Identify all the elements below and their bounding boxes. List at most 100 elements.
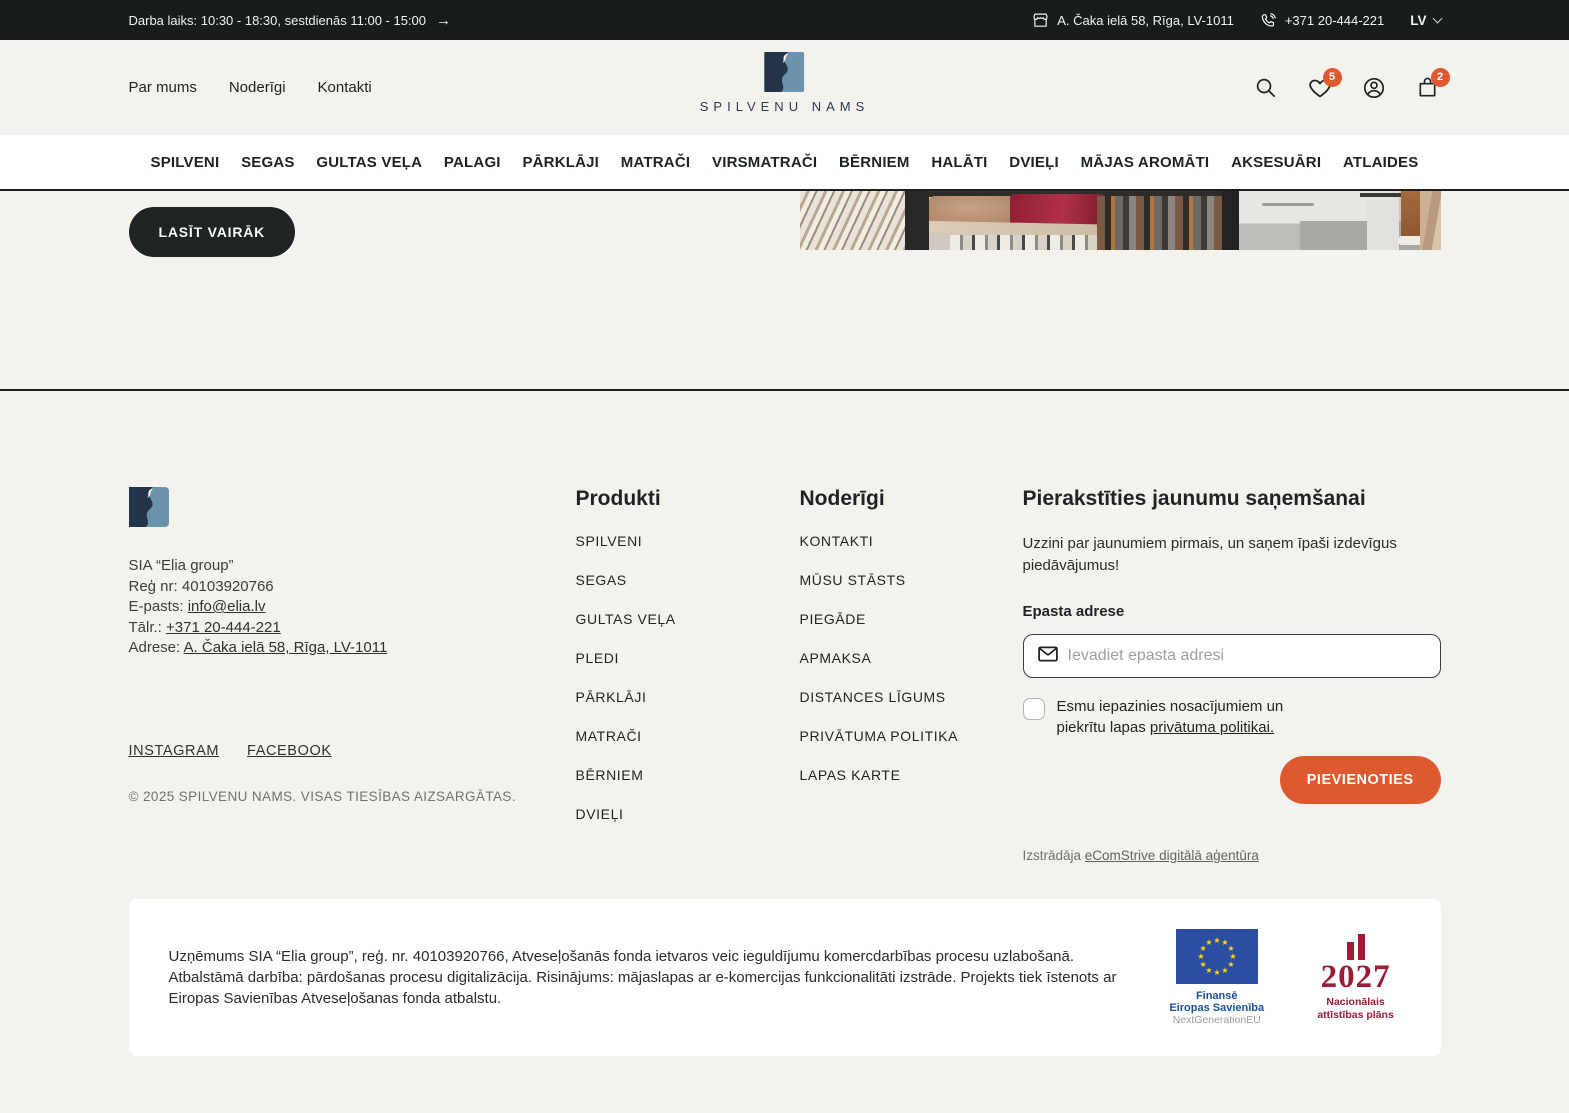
company-name: SIA “Elia group” (129, 556, 576, 577)
eu-caption-line2: Eiropas Savienība (1169, 1002, 1264, 1014)
footer-link-segas[interactable]: SEGAS (576, 572, 627, 588)
footer-useful-column: Noderīgi KONTAKTI MŪSU STĀSTS PIEGĀDE AP… (800, 487, 1023, 863)
company-email-link[interactable]: info@elia.lv (188, 598, 266, 615)
nav-item-segas[interactable]: SEGAS (241, 154, 295, 171)
footer-company-column: SIA “Elia group” Reģ nr: 40103920766 E-p… (129, 487, 576, 863)
svg-text:★: ★ (1221, 966, 1228, 975)
consent-checkbox[interactable] (1023, 698, 1045, 720)
main-navigation: SPILVENI SEGAS GULTAS VEĻA PALAGI PĀRKLĀ… (0, 135, 1569, 191)
footer-link-dvieli[interactable]: DVIEĻI (576, 806, 624, 822)
photo-fragment (1262, 203, 1314, 206)
national-plan-logo: 2027 Nacionālais attīstības plāns (1311, 934, 1401, 1022)
products-column-title: Produkti (576, 487, 800, 511)
svg-text:★: ★ (1205, 938, 1212, 947)
read-more-button[interactable]: LASĪT VAIRĀK (129, 207, 296, 257)
header-link-par-mums[interactable]: Par mums (129, 79, 197, 96)
agency-link[interactable]: eComStrive digitālā aģentūra (1085, 848, 1259, 863)
nav-item-berniem[interactable]: BĒRNIEM (839, 154, 910, 171)
wishlist-button[interactable]: 5 (1307, 75, 1333, 101)
footer-link-spilveni[interactable]: SPILVENI (576, 533, 643, 549)
plan-caption: Nacionālais attīstības plāns (1311, 996, 1401, 1022)
chevron-down-icon (1432, 13, 1442, 23)
footer-link-lapas-karte[interactable]: LAPAS KARTE (800, 767, 901, 783)
email-input[interactable] (1068, 647, 1426, 665)
footer-link-kontakti[interactable]: KONTAKTI (800, 533, 874, 549)
photo-fragment (800, 191, 907, 250)
language-selector[interactable]: LV (1410, 13, 1440, 28)
footer-link-matraci[interactable]: MATRAČI (576, 728, 642, 744)
eu-caption-line3: NextGenerationEU (1173, 1014, 1261, 1026)
storefront-icon (1032, 12, 1049, 29)
footer-products-column: Produkti SPILVENI SEGAS GULTAS VEĻA PLED… (576, 487, 800, 863)
svg-text:★: ★ (1213, 936, 1220, 945)
footer-link-apmaksa[interactable]: APMAKSA (800, 650, 872, 666)
store-interior-photo (800, 191, 1441, 250)
footer-link-berniem[interactable]: BĒRNIEM (576, 767, 644, 783)
footer-link-privatuma-politika[interactable]: PRIVĀTUMA POLITIKA (800, 728, 959, 744)
newsletter-description: Uzzini par jaunumiem pirmais, un saņem ī… (1023, 533, 1441, 577)
store-address-link[interactable]: A. Čaka ielā 58, Rīga, LV-1011 (1032, 12, 1234, 29)
eu-funding-box: Uzņēmums SIA “Elia group”, reģ. nr. 4010… (129, 899, 1441, 1056)
newsletter-section: Pierakstīties jaunumu saņemšanai Uzzini … (1023, 487, 1441, 863)
cart-button[interactable]: 2 (1415, 75, 1441, 101)
subscribe-button[interactable]: PIEVIENOTIES (1280, 756, 1441, 804)
credit-prefix: Izstrādāja (1023, 848, 1082, 863)
header-link-noderigi[interactable]: Noderīgi (229, 79, 286, 96)
footer-link-gultas-vela[interactable]: GULTAS VEĻA (576, 611, 676, 627)
newsletter-title: Pierakstīties jaunumu saņemšanai (1023, 487, 1441, 511)
plan-bars-icon (1347, 934, 1365, 960)
nav-item-aksesuari[interactable]: AKSESUĀRI (1231, 154, 1321, 171)
instagram-link[interactable]: INSTAGRAM (129, 743, 220, 759)
photo-fragment (1097, 196, 1222, 250)
footer-link-pledi[interactable]: PLEDI (576, 650, 619, 666)
nav-item-palagi[interactable]: PALAGI (444, 154, 501, 171)
footer-link-distances-ligums[interactable]: DISTANCES LĪGUMS (800, 689, 946, 705)
company-reg-number: Reģ nr: 40103920766 (129, 577, 576, 598)
email-label: E-pasts: (129, 598, 184, 615)
phone-icon (1260, 12, 1277, 29)
company-address-link[interactable]: A. Čaka ielā 58, Rīga, LV-1011 (184, 639, 388, 656)
nav-item-matraci[interactable]: MATRAČI (621, 154, 690, 171)
svg-text:★: ★ (1199, 960, 1206, 969)
phone-number-text: +371 20-444-221 (1285, 13, 1384, 28)
cart-count-badge: 2 (1431, 68, 1450, 87)
nav-item-virsmatraci[interactable]: VIRSMATRAČI (712, 154, 817, 171)
copyright-text: © 2025 SPILVENU NAMS. VISAS TIESĪBAS AIZ… (129, 789, 576, 804)
email-field-label: Epasta adrese (1023, 603, 1441, 620)
eu-funding-text: Uzņēmums SIA “Elia group”, reģ. nr. 4010… (169, 946, 1123, 1009)
nav-item-atlaides[interactable]: ATLAIDES (1343, 154, 1419, 171)
useful-column-title: Noderīgi (800, 487, 1023, 511)
phone-link[interactable]: +371 20-444-221 (1260, 12, 1384, 29)
eu-caption-line1: Finansē (1196, 990, 1238, 1002)
svg-text:★: ★ (1197, 952, 1204, 961)
footer-link-musu-stasts[interactable]: MŪSU STĀSTS (800, 572, 906, 588)
photo-fragment (1367, 191, 1399, 250)
mail-icon (1038, 646, 1058, 667)
address-label: Adrese: (129, 639, 181, 656)
working-hours-text: Darba laiks: 10:30 - 18:30, sestdienās 1… (129, 13, 427, 28)
nav-item-halati[interactable]: HALĀTI (931, 154, 987, 171)
nav-item-gultas-vela[interactable]: GULTAS VEĻA (316, 154, 422, 171)
eu-flag-logo: ★★★ ★★★ ★★★ ★★★ Finansē Eiropas Savienīb… (1163, 929, 1271, 1026)
search-button[interactable] (1253, 75, 1279, 101)
arrow-right-icon: → (436, 13, 451, 28)
nav-item-dvieli[interactable]: DVIEĻI (1009, 154, 1059, 171)
wishlist-count-badge: 5 (1323, 68, 1342, 87)
nav-item-parklaji[interactable]: PĀRKLĀJI (522, 154, 599, 171)
footer-link-piegade[interactable]: PIEGĀDE (800, 611, 866, 627)
nav-item-spilveni[interactable]: SPILVENI (151, 154, 220, 171)
about-section-bottom: LASĪT VAIRĀK (0, 191, 1569, 389)
company-phone-link[interactable]: +371 20-444-221 (166, 619, 281, 636)
working-hours-link[interactable]: Darba laiks: 10:30 - 18:30, sestdienās 1… (129, 13, 452, 28)
facebook-link[interactable]: FACEBOOK (247, 743, 332, 759)
header-link-kontakti[interactable]: Kontakti (318, 79, 372, 96)
account-button[interactable] (1361, 75, 1387, 101)
brand-wordmark: SPILVENU NAMS (700, 99, 870, 114)
nav-item-majas-aromati[interactable]: MĀJAS AROMĀTI (1081, 154, 1210, 171)
consent-text: Esmu iepazinies nosacījumiem un piekrītu… (1057, 696, 1285, 738)
brand-logo[interactable]: SPILVENU NAMS (700, 52, 870, 114)
email-input-wrapper (1023, 634, 1441, 678)
photo-fragment (905, 191, 929, 250)
privacy-policy-link[interactable]: privātuma politikai. (1150, 719, 1274, 736)
footer-link-parklaji[interactable]: PĀRKLĀJI (576, 689, 647, 705)
